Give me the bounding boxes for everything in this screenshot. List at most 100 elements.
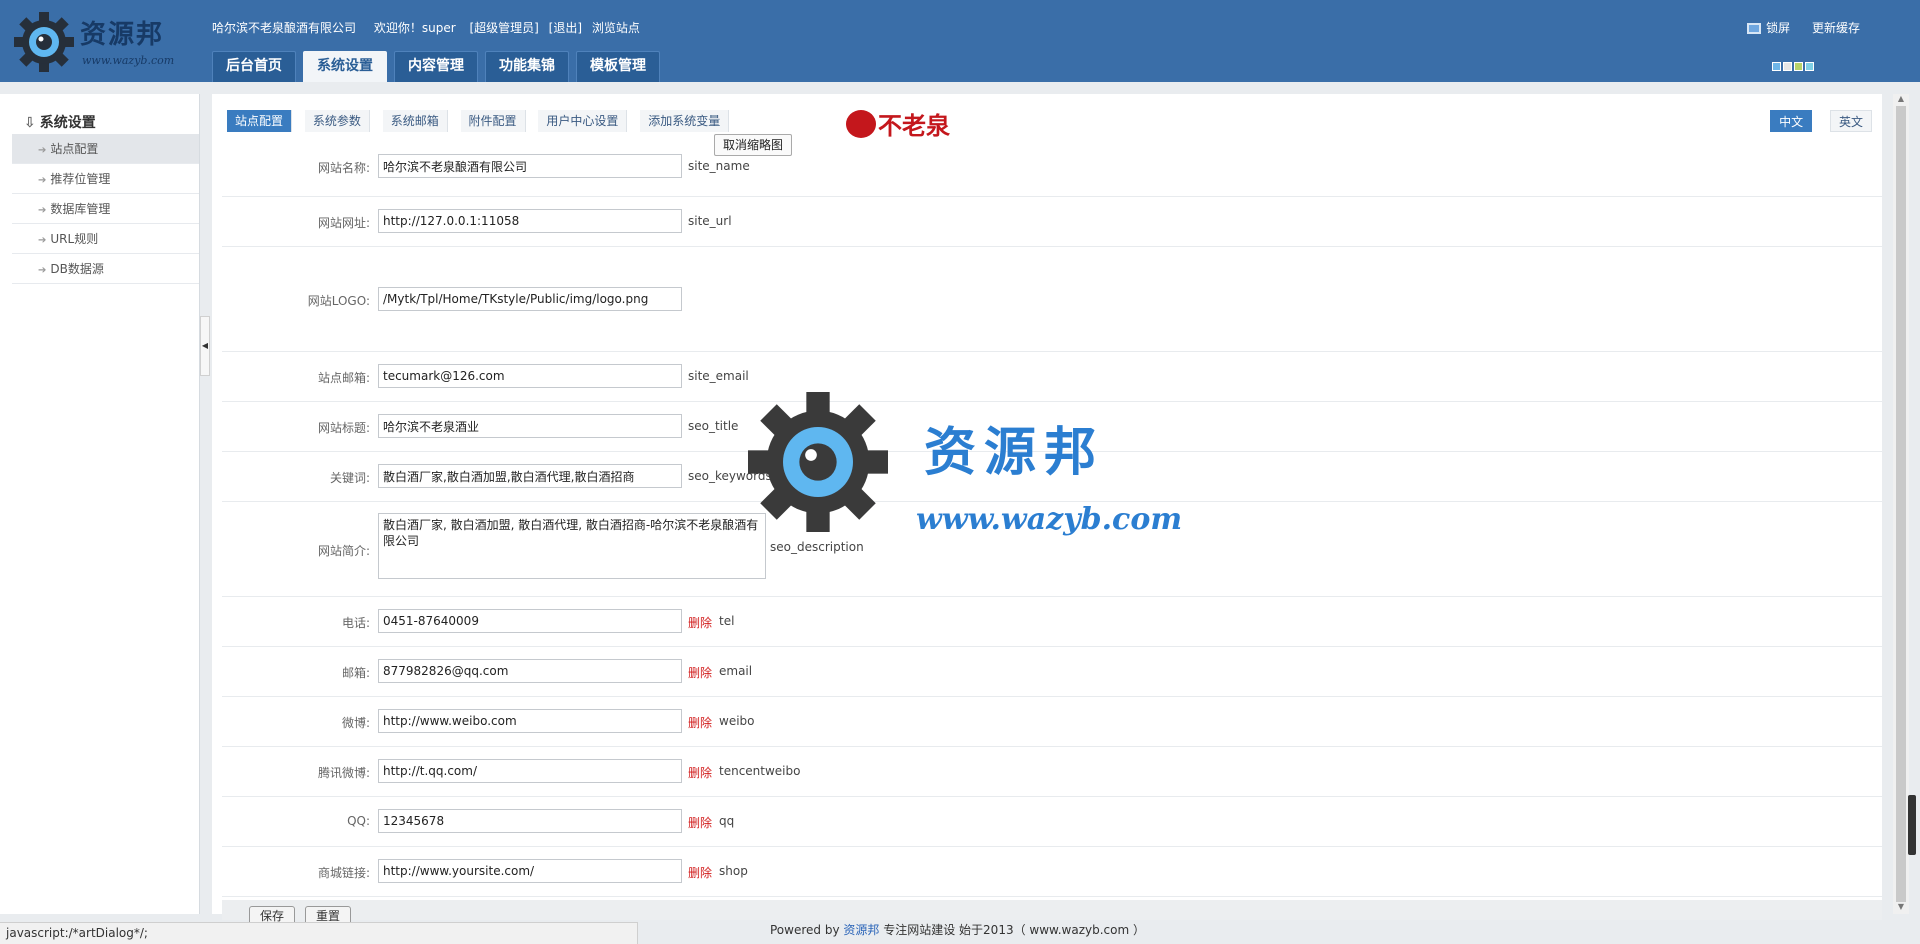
field-label: 电话: bbox=[341, 616, 370, 630]
welcome-text: 欢迎你！super bbox=[373, 21, 456, 35]
field-label: 微博: bbox=[341, 716, 370, 730]
qq-input[interactable] bbox=[378, 809, 682, 833]
scroll-thumb[interactable] bbox=[1896, 106, 1906, 902]
down-arrow-icon: ⇩ bbox=[24, 115, 36, 131]
lang-english[interactable]: 英文 bbox=[1829, 110, 1872, 132]
field-key: tel bbox=[719, 614, 735, 628]
sidebar-item-database[interactable]: ➔ 数据库管理 bbox=[12, 194, 199, 224]
field-key: site_email bbox=[688, 369, 749, 383]
brand-name: 资源邦 bbox=[80, 20, 165, 50]
tab-content-management[interactable]: 内容管理 bbox=[394, 51, 478, 82]
settings-sub-tabs: 站点配置 系统参数 系统邮箱 附件配置 用户中心设置 添加系统变量 bbox=[227, 110, 738, 134]
field-key: email bbox=[719, 664, 753, 678]
field-label: 网站标题: bbox=[317, 421, 370, 435]
email-input[interactable] bbox=[378, 659, 682, 683]
top-header: 资源邦 www.wazyb.com 哈尔滨不老泉酿酒有限公司 欢迎你！super… bbox=[0, 0, 1920, 82]
tab-feature-collection[interactable]: 功能集锦 bbox=[485, 51, 569, 82]
field-label: 关键词: bbox=[329, 471, 370, 485]
subtab-attachment-config[interactable]: 附件配置 bbox=[460, 110, 526, 132]
side-scroll-marker bbox=[1908, 795, 1916, 855]
sidebar-item-label: 推荐位管理 bbox=[50, 172, 111, 186]
seo-title-input[interactable] bbox=[378, 414, 682, 438]
brand-url: www.wazyb.com bbox=[82, 54, 175, 67]
sidebar-item-recommend-positions[interactable]: ➔ 推荐位管理 bbox=[12, 164, 199, 194]
form-row: 电话: 删除 tel bbox=[222, 597, 1882, 647]
lang-chinese[interactable]: 中文 bbox=[1770, 110, 1813, 132]
skin-swatch-3[interactable] bbox=[1794, 62, 1803, 71]
field-label: 商城链接: bbox=[317, 866, 370, 880]
bullet-arrow-icon: ➔ bbox=[38, 265, 47, 276]
monitor-icon bbox=[1747, 23, 1762, 34]
delete-shop-link[interactable]: 删除 bbox=[688, 864, 712, 881]
vertical-scrollbar[interactable]: ▲ ▼ bbox=[1893, 94, 1909, 914]
bullet-arrow-icon: ➔ bbox=[38, 235, 47, 246]
language-tabs: 中文 英文 bbox=[1756, 110, 1872, 132]
bullet-arrow-icon: ➔ bbox=[38, 145, 47, 156]
field-label: 网站名称: bbox=[317, 161, 370, 175]
site-email-input[interactable] bbox=[378, 364, 682, 388]
field-key: seo_keywords bbox=[688, 469, 772, 483]
browse-site-link[interactable]: 浏览站点 bbox=[592, 21, 640, 35]
skin-swatch-1[interactable] bbox=[1772, 62, 1781, 71]
form-row: QQ: 删除 qq bbox=[222, 797, 1882, 847]
field-key: site_name bbox=[688, 159, 750, 173]
site-name-input[interactable] bbox=[378, 154, 682, 178]
subtab-add-variable[interactable]: 添加系统变量 bbox=[640, 110, 730, 132]
sidebar-title-label: 系统设置 bbox=[39, 115, 96, 131]
gear-eye-logo-icon bbox=[14, 12, 74, 72]
subtab-system-mail[interactable]: 系统邮箱 bbox=[382, 110, 448, 132]
field-key: shop bbox=[719, 864, 748, 878]
delete-tencentweibo-link[interactable]: 删除 bbox=[688, 764, 712, 781]
bullet-arrow-icon: ➔ bbox=[38, 175, 47, 186]
sidebar: ⇩ 系统设置 ➔ 站点配置 ➔ 推荐位管理 ➔ 数据库管理 ➔ URL规则 ➔ DB数据源 bbox=[0, 94, 200, 914]
field-label: 网站网址: bbox=[317, 216, 370, 230]
sidebar-collapse-handle[interactable]: ◀ bbox=[200, 316, 210, 376]
tab-admin-home[interactable]: 后台首页 bbox=[212, 51, 296, 82]
sidebar-item-label: URL规则 bbox=[50, 232, 99, 246]
delete-email-link[interactable]: 删除 bbox=[688, 664, 712, 681]
delete-qq-link[interactable]: 删除 bbox=[688, 814, 712, 831]
skin-swatch-4[interactable] bbox=[1805, 62, 1814, 71]
shop-link-input[interactable] bbox=[378, 859, 682, 883]
field-label: 邮箱: bbox=[341, 666, 370, 680]
scroll-up-icon[interactable]: ▲ bbox=[1893, 94, 1909, 106]
role-link[interactable]: [超级管理员] bbox=[469, 21, 538, 35]
company-name: 哈尔滨不老泉酿酒有限公司 bbox=[212, 21, 357, 35]
sidebar-item-db-source[interactable]: ➔ DB数据源 bbox=[12, 254, 199, 284]
logo-seal-icon bbox=[846, 109, 876, 138]
tencent-weibo-input[interactable] bbox=[378, 759, 682, 783]
scroll-down-icon[interactable]: ▼ bbox=[1893, 902, 1909, 914]
collapse-left-icon: ◀ bbox=[201, 341, 209, 350]
site-config-form: 网站名称: site_name 网站网址: site_url 网站LOGO: 站… bbox=[222, 149, 1882, 897]
subtab-site-config[interactable]: 站点配置 bbox=[227, 110, 293, 132]
tab-system-settings[interactable]: 系统设置 bbox=[303, 51, 387, 82]
site-url-input[interactable] bbox=[378, 209, 682, 233]
form-row: 腾讯微博: 删除 tencentweibo bbox=[222, 747, 1882, 797]
form-footer: 保存 重置 bbox=[222, 900, 1882, 926]
lock-screen-button[interactable]: 锁屏 bbox=[1747, 21, 1790, 35]
form-row: 商城链接: 删除 shop bbox=[222, 847, 1882, 897]
seo-keywords-input[interactable] bbox=[378, 464, 682, 488]
sidebar-item-label: 站点配置 bbox=[50, 142, 99, 156]
tel-input[interactable] bbox=[378, 609, 682, 633]
subtab-user-center[interactable]: 用户中心设置 bbox=[538, 110, 628, 132]
powered-by-footer: Powered by 资源邦 专注网站建设 始于2013（ www.wazyb.… bbox=[770, 921, 1145, 939]
delete-weibo-link[interactable]: 删除 bbox=[688, 714, 712, 731]
field-label: 站点邮箱: bbox=[317, 371, 370, 385]
logout-link[interactable]: [退出] bbox=[549, 21, 582, 35]
sidebar-item-url-rules[interactable]: ➔ URL规则 bbox=[12, 224, 199, 254]
site-logo-input[interactable] bbox=[378, 287, 682, 311]
sidebar-item-site-config[interactable]: ➔ 站点配置 bbox=[12, 134, 199, 164]
brand-logo[interactable]: 资源邦 www.wazyb.com bbox=[14, 10, 199, 74]
refresh-cache-button[interactable]: 更新缓存 bbox=[1812, 21, 1860, 35]
skin-swatch-2[interactable] bbox=[1783, 62, 1792, 71]
powered-prefix: Powered by bbox=[770, 923, 840, 937]
weibo-input[interactable] bbox=[378, 709, 682, 733]
delete-tel-link[interactable]: 删除 bbox=[688, 614, 712, 631]
powered-brand-link[interactable]: 资源邦 bbox=[843, 923, 879, 937]
tab-template-management[interactable]: 模板管理 bbox=[576, 51, 660, 82]
subtab-system-params[interactable]: 系统参数 bbox=[304, 110, 370, 132]
field-label: 网站简介: bbox=[317, 544, 370, 558]
field-label: QQ: bbox=[347, 814, 370, 828]
seo-description-textarea[interactable]: 散白酒厂家, 散白酒加盟, 散白酒代理, 散白酒招商-哈尔滨不老泉酿酒有限公司 bbox=[378, 513, 766, 579]
